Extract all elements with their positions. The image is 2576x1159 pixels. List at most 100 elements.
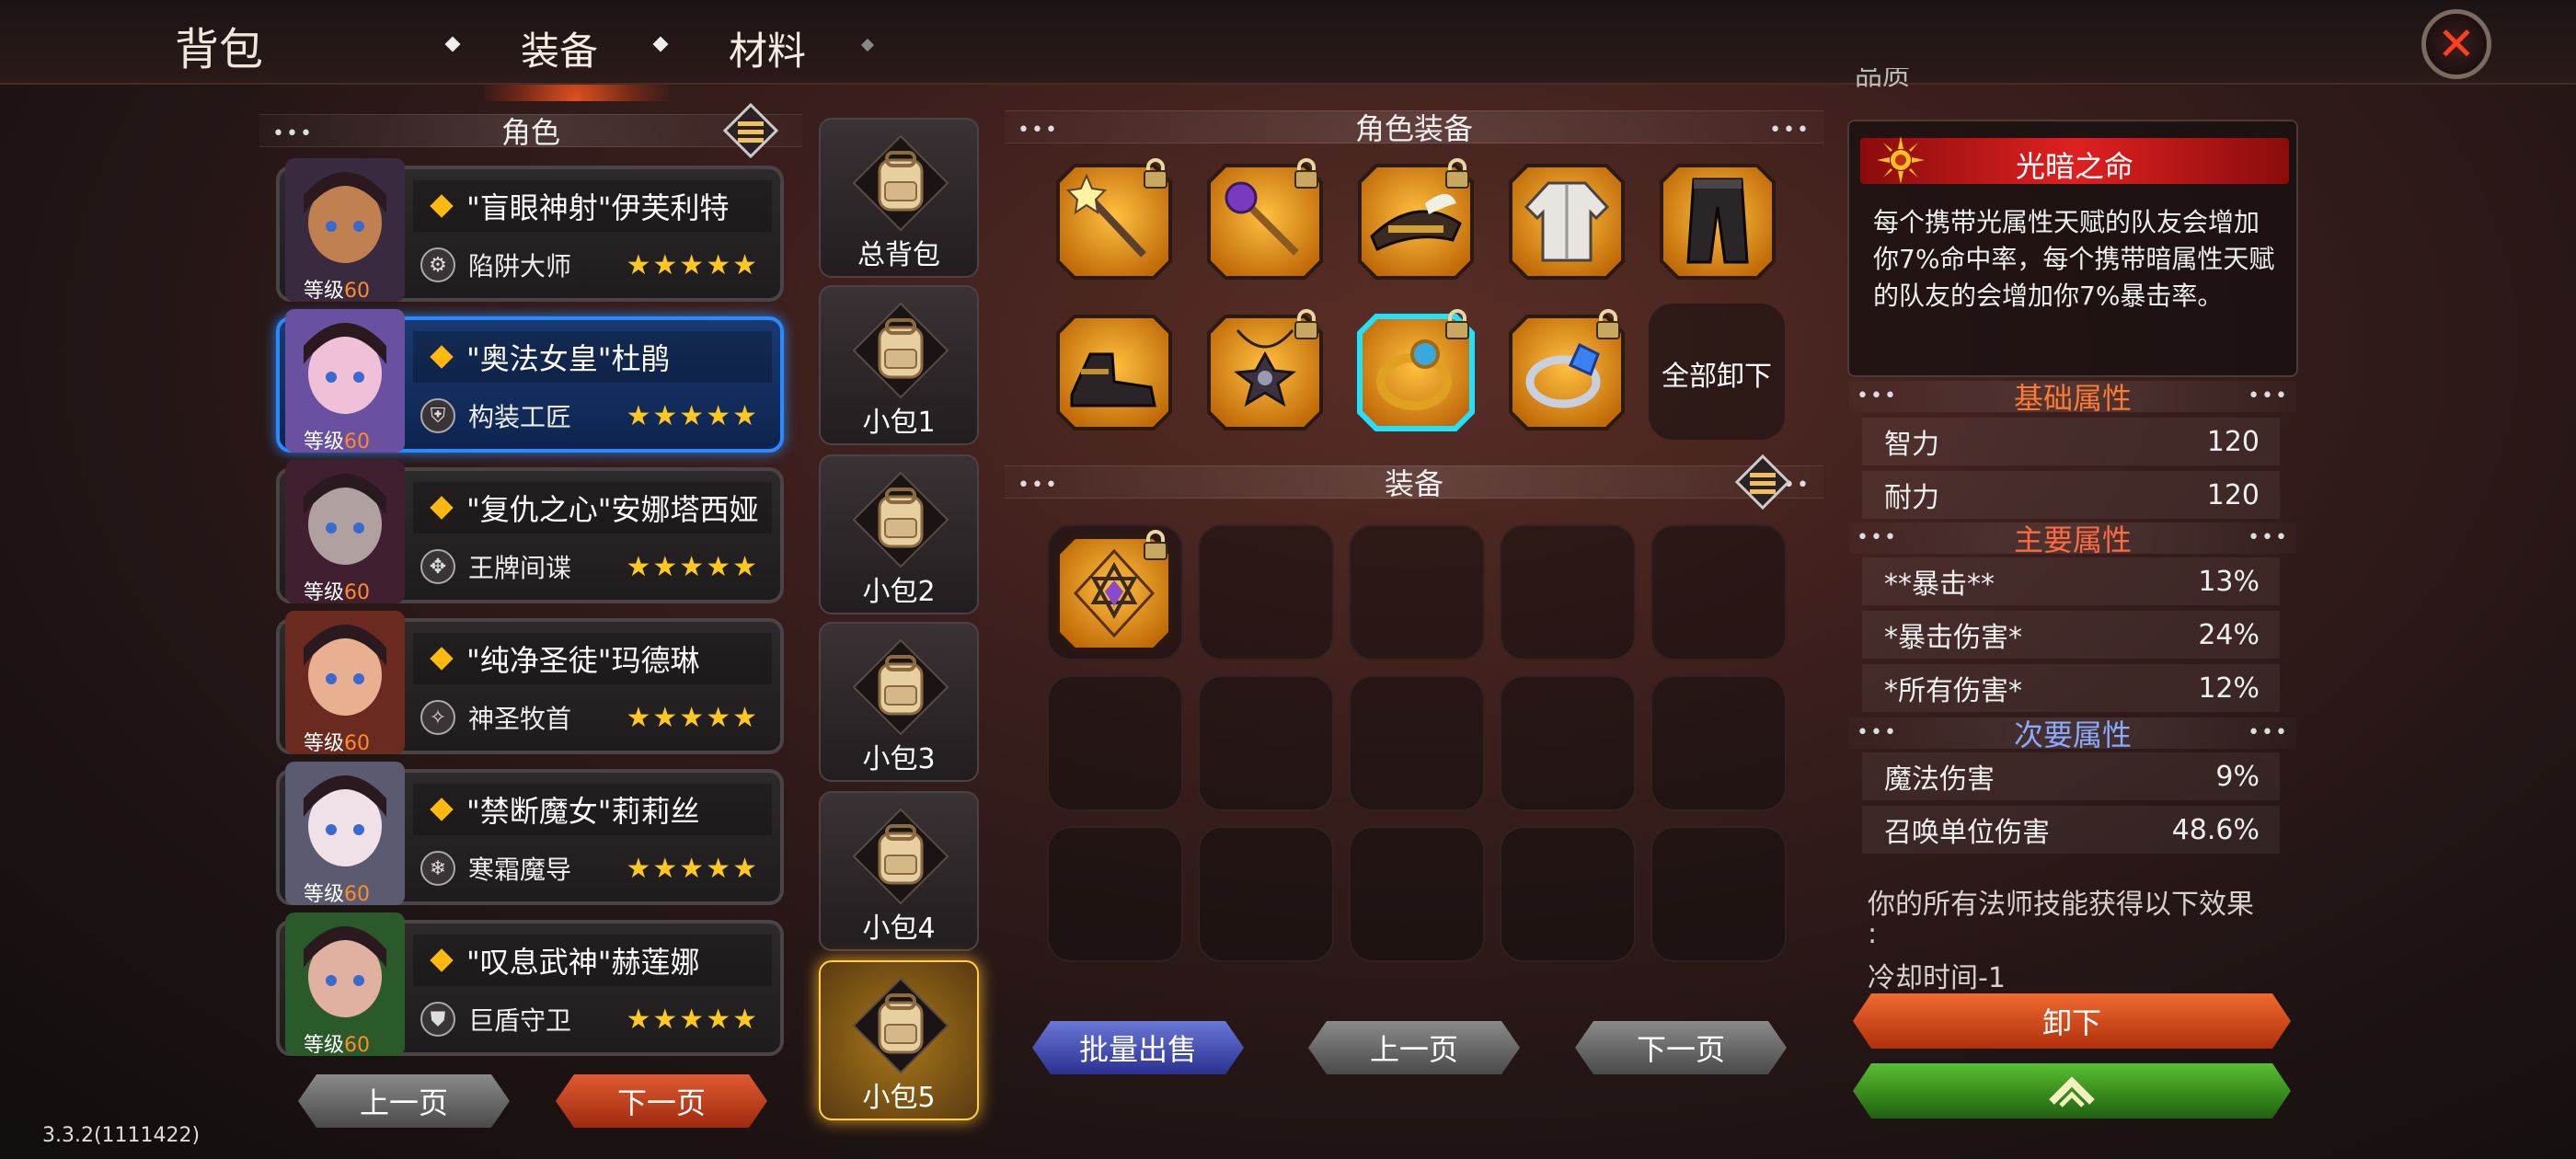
upgrade-button[interactable] <box>1853 1063 2291 1119</box>
character-class-row: ⛊ 巨盾守卫 ★★★★★ <box>413 993 772 1045</box>
empty-inventory-slot[interactable] <box>1500 524 1636 660</box>
empty-inventory-slot[interactable] <box>1650 675 1787 811</box>
empty-inventory-slot[interactable] <box>1349 675 1485 811</box>
level-value: 60 <box>344 732 371 755</box>
sort-icon[interactable] <box>1734 453 1791 511</box>
class-emblem-icon: ✧ <box>420 700 455 735</box>
character-card[interactable]: 等级60 "盲眼神射"伊芙利特 ⚙ 陷阱大师 ★★★★★ <box>276 158 784 303</box>
inventory-prev-page-button[interactable]: 上一页 <box>1308 1021 1520 1074</box>
level-label: 等级 <box>304 883 345 906</box>
character-name-row: "奥法女皇"杜鹃 <box>413 331 772 383</box>
filter-icon[interactable] <box>722 102 779 159</box>
skill-effect-cooldown: 冷却时间-1 <box>1868 962 2006 994</box>
equipment-slot[interactable] <box>1054 530 1174 653</box>
bag-slot[interactable]: 小包5 <box>819 960 979 1120</box>
version-label: 3.3.2(1111422) <box>42 1124 201 1147</box>
dots-icon: ••• <box>272 122 314 145</box>
stat-value: 9% <box>2215 760 2260 793</box>
close-icon[interactable]: ✕ <box>2421 9 2491 79</box>
equipment-slot[interactable] <box>1356 158 1476 281</box>
bag-label: 总背包 <box>857 239 940 271</box>
character-card[interactable]: 等级60 "禁断魔女"莉莉丝 ❄ 寒霜魔导 ★★★★★ <box>276 762 784 907</box>
level-value: 60 <box>344 1034 371 1057</box>
bag-label: 小包4 <box>862 912 936 945</box>
level-label: 等级 <box>304 430 345 453</box>
lock-icon <box>1443 309 1472 340</box>
dots-icon: ••• <box>1857 384 1898 407</box>
tab-divider-icon <box>652 36 669 52</box>
unequip-all-button[interactable]: 全部卸下 <box>1662 353 1772 394</box>
backpack-icon <box>852 134 949 232</box>
roles-next-page-button[interactable]: 下一页 <box>556 1074 767 1128</box>
equipment-slot[interactable] <box>1507 162 1627 281</box>
star-rating: ★★★★★ <box>626 550 759 583</box>
character-card[interactable]: 等级60 "奥法女皇"杜鹃 ⛨ 构装工匠 ★★★★★ <box>276 309 784 453</box>
empty-inventory-slot[interactable] <box>1349 826 1485 962</box>
talent-description: 每个携带光属性天赋的队友会增加你7%命中率，每个携带暗属性天赋的队友的会增加你7… <box>1873 207 2275 311</box>
dots-icon: ••• <box>1857 721 1898 744</box>
empty-inventory-slot[interactable] <box>1500 675 1636 811</box>
talent-box: 光暗之命 每个携带光属性天赋的队友会增加你7%命中率，每个携带暗属性天赋的队友的… <box>1847 120 2298 377</box>
quality-text: 品质 <box>1855 68 1910 92</box>
star-rating: ★★★★★ <box>626 1003 759 1036</box>
empty-inventory-slot[interactable] <box>1349 524 1485 660</box>
bag-slot[interactable]: 小包2 <box>819 454 979 614</box>
stat-name: 智力 <box>1884 429 1939 461</box>
equipment-slot[interactable] <box>1054 313 1174 432</box>
inventory-next-page-button[interactable]: 下一页 <box>1575 1021 1787 1074</box>
stat-row: *所有伤害* 12% <box>1862 664 2280 712</box>
batch-sell-button[interactable]: 批量出售 <box>1032 1021 1244 1074</box>
equipment-slot[interactable] <box>1658 162 1777 281</box>
character-name: "叹息武神"赫莲娜 <box>466 945 700 980</box>
character-card[interactable]: 等级60 "复仇之心"安娜塔西娅 ✥ 王牌间谍 ★★★★★ <box>276 460 784 605</box>
bag-slot[interactable]: 小包4 <box>819 791 979 951</box>
char-equip-header: ••• 角色装备 ••• <box>1005 110 1823 146</box>
character-card[interactable]: 等级60 "纯净圣徒"玛德琳 ✧ 神圣牧首 ★★★★★ <box>276 611 784 755</box>
character-card[interactable]: 等级60 "叹息武神"赫莲娜 ⛊ 巨盾守卫 ★★★★★ <box>276 912 784 1058</box>
empty-inventory-slot[interactable] <box>1650 826 1787 962</box>
rarity-gem-icon <box>430 798 454 821</box>
backpack-icon <box>852 977 949 1074</box>
bag-slot[interactable]: 小包1 <box>819 285 979 445</box>
character-class: 王牌间谍 <box>468 553 572 583</box>
equipment-slot[interactable] <box>1507 309 1627 432</box>
equipment-slot[interactable] <box>1054 158 1174 281</box>
stat-value: 12% <box>2198 671 2260 705</box>
stat-value: 24% <box>2198 618 2260 651</box>
equipment-slot[interactable] <box>1205 158 1325 281</box>
tab-materials[interactable]: 材料 <box>729 20 806 76</box>
empty-inventory-slot[interactable] <box>1198 675 1334 811</box>
base-stats-header: ••• 基础属性 ••• <box>1849 381 2296 416</box>
empty-inventory-slot[interactable] <box>1650 524 1787 660</box>
character-class: 巨盾守卫 <box>468 1005 572 1036</box>
character-level: 等级60 <box>304 1028 370 1058</box>
unequip-button[interactable]: 卸下 <box>1853 993 2291 1049</box>
page-title: 背包 <box>175 24 264 75</box>
bag-slot[interactable]: 小包3 <box>819 622 979 782</box>
character-class-row: ⚙ 陷阱大师 ★★★★★ <box>413 239 772 291</box>
character-level: 等级60 <box>304 576 370 605</box>
empty-inventory-slot[interactable] <box>1047 675 1183 811</box>
equipment-slot[interactable] <box>1356 309 1476 432</box>
empty-inventory-slot[interactable] <box>1198 524 1334 660</box>
lock-icon <box>1443 158 1472 189</box>
stat-name: **暴击** <box>1884 568 1995 601</box>
star-rating: ★★★★★ <box>626 701 759 734</box>
tab-divider-icon <box>860 38 875 52</box>
roles-title: 角色 <box>500 115 560 150</box>
roles-prev-page-button[interactable]: 上一页 <box>298 1074 510 1128</box>
bag-slot[interactable]: 总背包 <box>819 118 979 278</box>
empty-inventory-slot[interactable] <box>1047 826 1183 962</box>
level-label: 等级 <box>304 581 345 604</box>
equipment-slot[interactable] <box>1205 309 1325 432</box>
class-emblem-icon: ⛨ <box>420 398 455 433</box>
main-stats-header: ••• 主要属性 ••• <box>1849 522 2296 557</box>
class-emblem-icon: ⚙ <box>420 247 455 282</box>
skill-effect-colon: : <box>1868 918 1878 950</box>
empty-inventory-slot[interactable] <box>1198 826 1334 962</box>
character-name-row: "纯净圣徒"玛德琳 <box>413 633 772 684</box>
empty-inventory-slot[interactable] <box>1500 826 1636 962</box>
tab-equipment[interactable]: 装备 <box>483 0 669 101</box>
quality-label: 品质 <box>1855 68 1910 99</box>
character-level: 等级60 <box>304 878 370 907</box>
